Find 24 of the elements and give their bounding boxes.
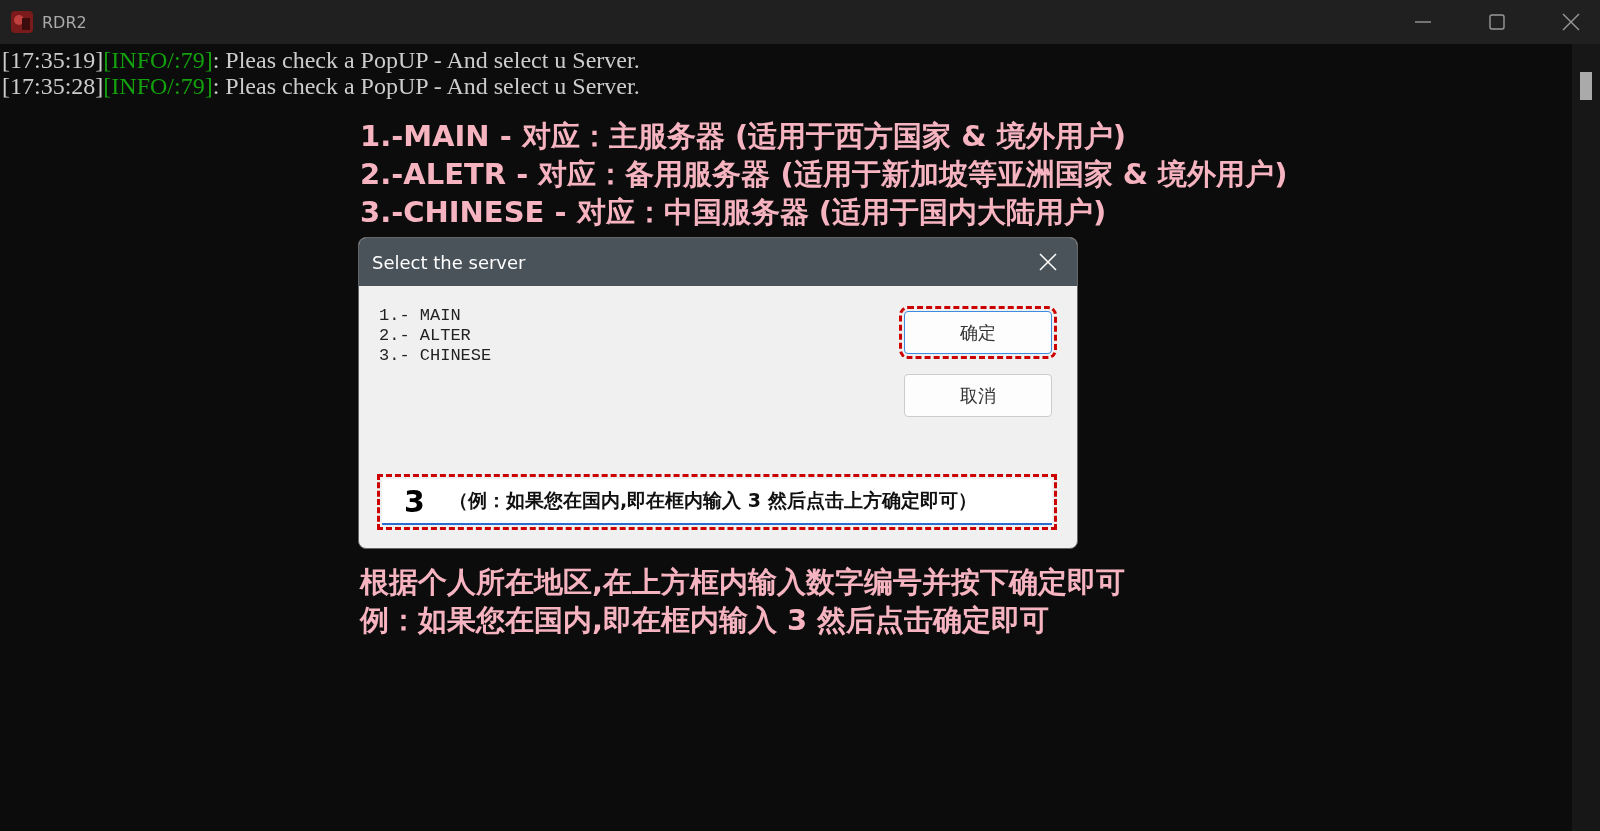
timestamp: [17:35:19] <box>2 47 104 73</box>
annotation-text: 根据个人所在地区,在上方框内输入数字编号并按下确定即可 <box>360 564 1127 601</box>
dialog-button[interactable]: 取消 <box>904 374 1052 417</box>
close-icon[interactable] <box>1562 13 1580 31</box>
annotation-text: 3.-CHINESE - 对应：中国服务器 (适用于国内大陆用户) <box>360 194 1108 231</box>
log-message: : Pleas check a PopUP - And select u Server. <box>212 73 640 99</box>
maximize-icon[interactable] <box>1488 13 1506 31</box>
log-tag: [INFO/:79] <box>103 73 213 99</box>
option-text: 3.- CHINESE <box>379 346 492 366</box>
annotation-text: 例：如果您在国内,即在框内输入 3 然后点击确定即可 <box>360 602 1051 639</box>
scrollbar-thumb[interactable] <box>1580 72 1592 100</box>
input-value: 3 <box>404 483 425 519</box>
log-tag: [INFO/:79] <box>103 47 213 73</box>
log-message: : Pleas check a PopUP - And select u Server. <box>212 47 640 73</box>
annotation-text: （例：如果您在国内,即在框内输入 3 然后点击上方确定即可） <box>448 488 977 513</box>
app-icon <box>10 10 34 34</box>
dialog-title: Select the server <box>372 251 526 273</box>
option-text: 1.- MAIN <box>379 306 462 326</box>
annotation-text: 2.-ALETR - 对应：备用服务器 (适用于新加坡等亚洲国家 & 境外用户) <box>360 156 1289 193</box>
option-text: 2.- ALTER <box>379 326 472 346</box>
annotation-text: 1.-MAIN - 对应：主服务器 (适用于西方国家 & 境外用户) <box>360 118 1127 155</box>
input-field[interactable]: 3 （例：如果您在国内,即在框内输入 3 然后点击上方确定即可） <box>382 479 1052 525</box>
timestamp: [17:35:28] <box>2 73 104 99</box>
window-title: RDR2 <box>42 12 87 32</box>
